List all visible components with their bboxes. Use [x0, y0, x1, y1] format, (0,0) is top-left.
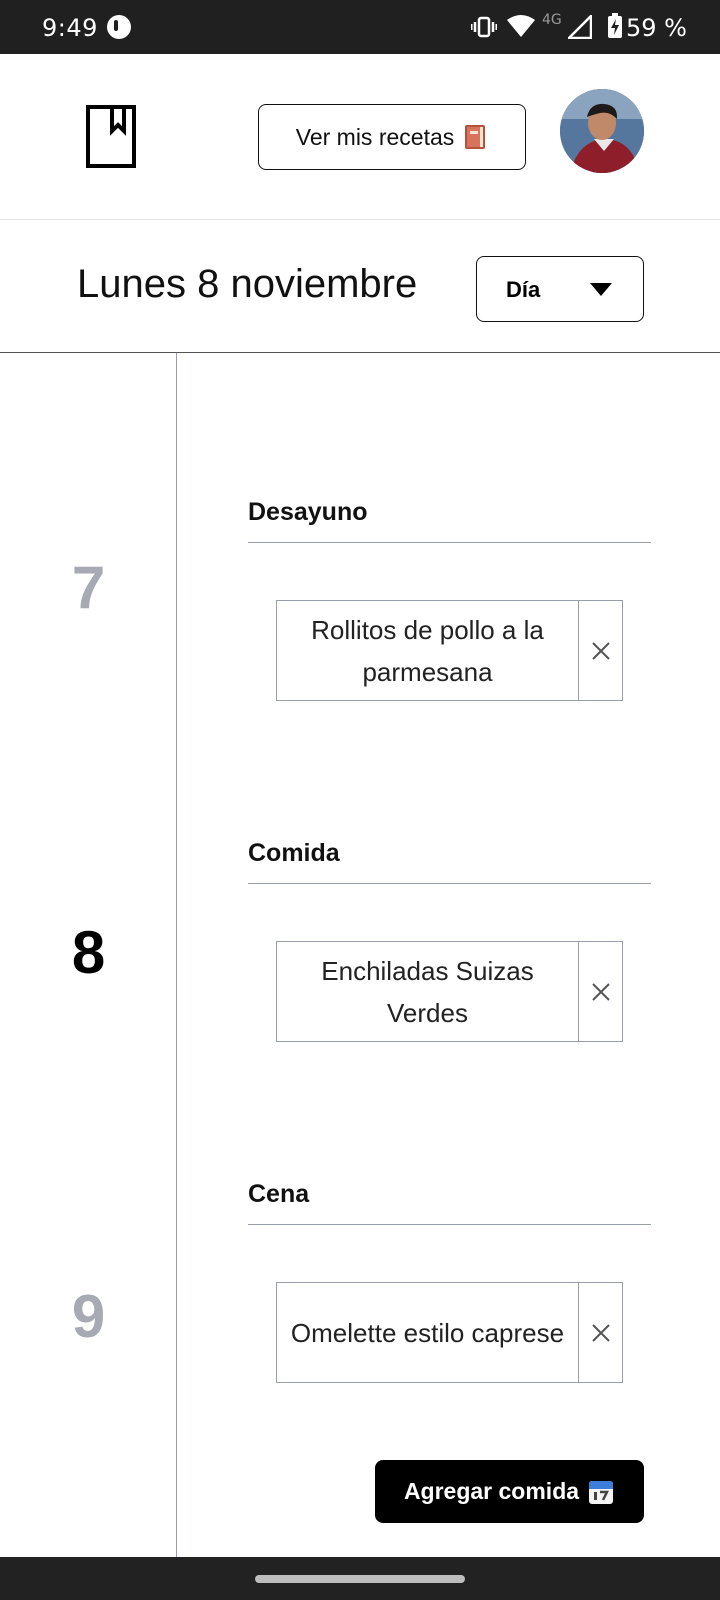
hour-label: 9	[71, 1283, 106, 1350]
book-emoji-icon	[465, 125, 486, 149]
app-header: Ver mis recetas	[0, 54, 720, 220]
notification-app-icon	[107, 15, 131, 39]
remove-meal-button[interactable]	[579, 1283, 622, 1382]
wifi-icon	[507, 15, 535, 37]
status-bar: 9:49 4G 59 %	[0, 0, 720, 54]
meal-divider	[248, 1224, 651, 1225]
caret-down-icon	[590, 283, 612, 296]
meal-recipe-card[interactable]: Enchiladas Suizas Verdes	[276, 941, 623, 1042]
remove-meal-button[interactable]	[579, 601, 622, 700]
system-nav-bar	[0, 1557, 720, 1600]
day-timeline: 7 8 9 Desayuno Rollitos de pollo a la pa…	[0, 353, 720, 1557]
user-avatar[interactable]	[560, 89, 644, 173]
close-icon	[591, 982, 610, 1001]
home-gesture-handle[interactable]	[255, 1575, 465, 1583]
add-meal-button[interactable]: Agregar comida	[375, 1460, 644, 1523]
vibrate-icon	[471, 16, 497, 38]
meal-label-breakfast: Desayuno	[248, 498, 368, 526]
recipe-name[interactable]: Omelette estilo caprese	[277, 1283, 579, 1382]
hour-column: 7 8 9	[0, 353, 177, 1557]
status-time: 9:49	[42, 14, 98, 42]
meal-label-lunch: Comida	[248, 839, 340, 867]
view-mode-value: Día	[506, 277, 541, 302]
network-type-label: 4G	[542, 12, 562, 28]
recipe-name[interactable]: Rollitos de pollo a la parmesana	[277, 601, 579, 700]
meal-divider	[248, 542, 651, 543]
view-recipes-button[interactable]: Ver mis recetas	[258, 104, 526, 170]
cell-signal-icon	[568, 15, 592, 39]
bookmark-icon[interactable]	[86, 105, 136, 168]
date-bar: Lunes 8 noviembre Día	[0, 220, 720, 353]
calendar-icon	[589, 1480, 614, 1504]
meal-label-dinner: Cena	[248, 1180, 310, 1208]
battery-charging-icon	[608, 13, 622, 38]
hour-label-current: 8	[71, 919, 106, 986]
page-title-date: Lunes 8 noviembre	[77, 262, 418, 306]
view-mode-select[interactable]: Día	[476, 256, 644, 322]
avatar-photo	[560, 89, 644, 173]
add-meal-label: Agregar comida	[403, 1478, 580, 1504]
recipe-name[interactable]: Enchiladas Suizas Verdes	[277, 942, 579, 1041]
meal-recipe-card[interactable]: Omelette estilo caprese	[276, 1282, 623, 1383]
remove-meal-button[interactable]	[579, 942, 622, 1041]
meal-divider	[248, 883, 651, 884]
battery-percentage: 59 %	[626, 14, 687, 42]
hour-label: 7	[71, 554, 106, 621]
close-icon	[591, 641, 610, 660]
view-recipes-label: Ver mis recetas	[295, 123, 455, 150]
close-icon	[591, 1323, 610, 1342]
meal-recipe-card[interactable]: Rollitos de pollo a la parmesana	[276, 600, 623, 701]
